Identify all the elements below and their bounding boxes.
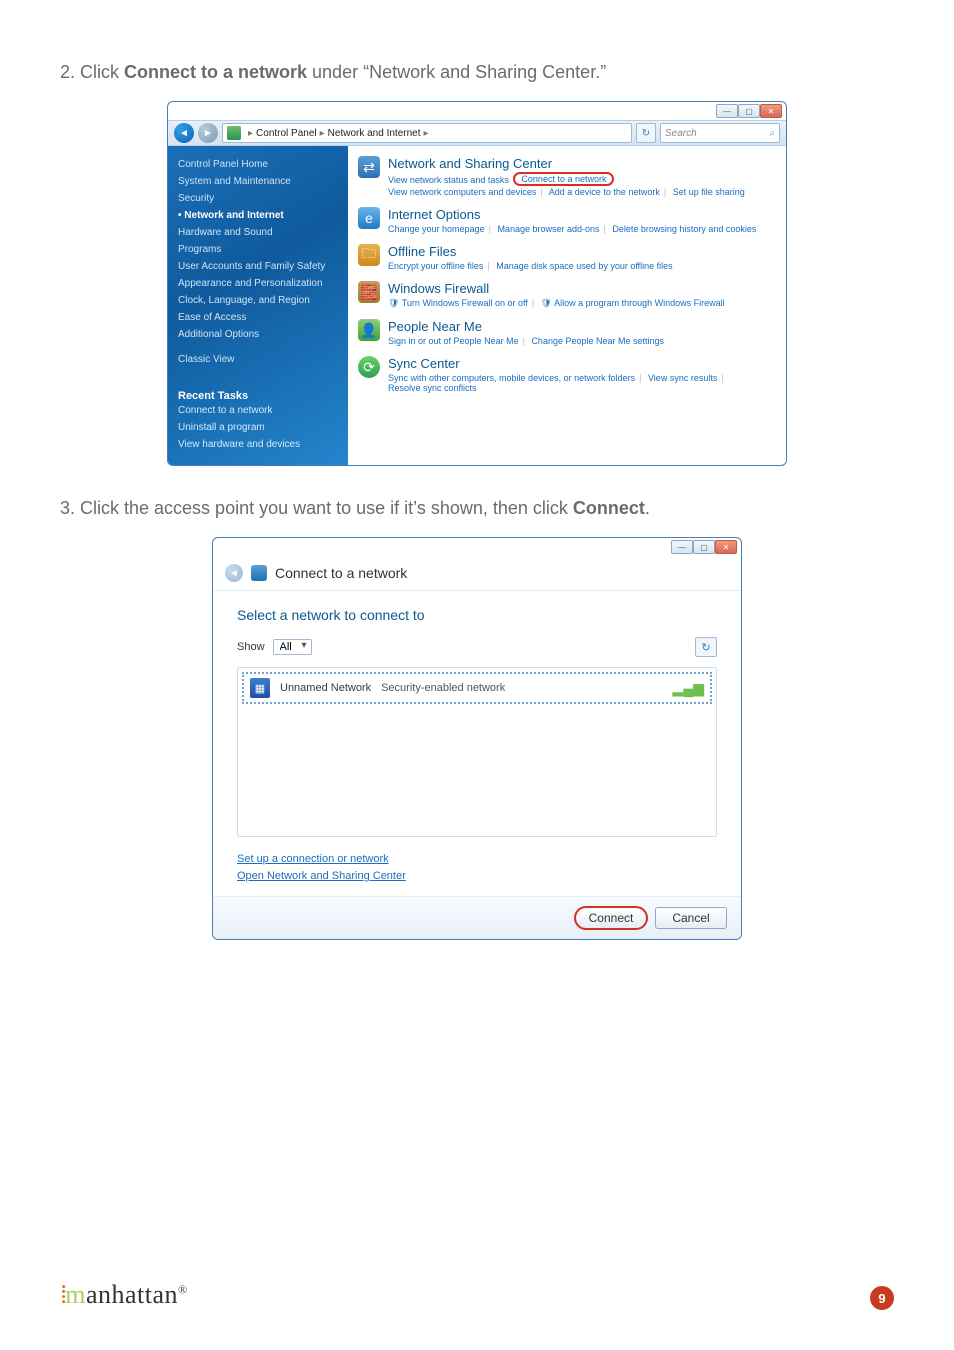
sidebar-item-ease[interactable]: Ease of Access — [178, 309, 340, 326]
network-name: Unnamed Network — [280, 682, 371, 694]
minimize-button[interactable]: — — [716, 104, 738, 118]
recent-hardware[interactable]: View hardware and devices — [178, 436, 340, 453]
close-button[interactable]: ✕ — [715, 540, 737, 554]
show-select[interactable]: All — [273, 639, 312, 655]
sidebar-item-network[interactable]: Network and Internet — [178, 207, 340, 224]
breadcrumb-root[interactable]: Control Panel — [256, 128, 317, 139]
breadcrumb-sub[interactable]: Network and Internet — [328, 128, 421, 139]
cat-internet-title[interactable]: Internet Options — [388, 207, 756, 222]
sidebar-item-clock[interactable]: Clock, Language, and Region — [178, 292, 340, 309]
internet-options-icon: e — [358, 207, 380, 229]
connect-button[interactable]: Connect — [575, 907, 647, 929]
recent-uninstall[interactable]: Uninstall a program — [178, 419, 340, 436]
network-description: Security-enabled network — [381, 682, 662, 694]
sidebar-item-classic[interactable]: Classic View — [178, 351, 340, 368]
sidebar-item-programs[interactable]: Programs — [178, 241, 340, 258]
page-number: 9 — [870, 1286, 894, 1310]
sidebar-item-additional[interactable]: Additional Options — [178, 326, 340, 343]
link-diskspace[interactable]: Manage disk space used by your offline f… — [496, 261, 672, 271]
link-sync-devices[interactable]: Sync with other computers, mobile device… — [388, 373, 635, 383]
sidebar-item-appearance[interactable]: Appearance and Personalization — [178, 275, 340, 292]
link-ppl-sign[interactable]: Sign in or out of People Near Me — [388, 336, 519, 346]
link-addons[interactable]: Manage browser add-ons — [497, 224, 599, 234]
cancel-button[interactable]: Cancel — [655, 907, 727, 929]
page-footer: ⁞manhattan® 9 — [60, 1280, 894, 1310]
control-panel-window: — ▢ ✕ ◄ ► ▸ Control Panel ▸ Network and … — [167, 101, 787, 466]
recent-tasks-heading: Recent Tasks — [178, 390, 340, 402]
address-row: ◄ ► ▸ Control Panel ▸ Network and Intern… — [168, 120, 786, 146]
cat-people-title[interactable]: People Near Me — [388, 319, 664, 334]
cat-firewall-title[interactable]: Windows Firewall — [388, 281, 725, 296]
firewall-icon: 🧱 — [358, 281, 380, 303]
link-setup-connection[interactable]: Set up a connection or network — [237, 851, 717, 868]
link-view-status[interactable]: View network status and tasks — [388, 175, 509, 185]
network-icon — [251, 565, 267, 581]
highlight-connect-network[interactable]: Connect to a network — [513, 172, 614, 186]
dialog-header: ◄ Connect to a network — [213, 556, 741, 591]
brand-logo: ⁞manhattan® — [60, 1280, 188, 1310]
refresh-button[interactable]: ↻ — [636, 123, 656, 143]
network-type-icon: ▦ — [250, 678, 270, 698]
link-sync-conflicts[interactable]: Resolve sync conflicts — [388, 383, 477, 393]
dialog-titlebar: — ▢ ✕ — [213, 538, 741, 556]
dialog-footer: Connect Cancel — [213, 896, 741, 939]
back-button[interactable]: ◄ — [174, 123, 194, 143]
sidebar-item-hardware[interactable]: Hardware and Sound — [178, 224, 340, 241]
signal-icon: ▂▄▆ — [673, 680, 704, 697]
back-icon[interactable]: ◄ — [225, 564, 243, 582]
network-list: ▦ Unnamed Network Security-enabled netwo… — [237, 667, 717, 837]
sidebar-item-home[interactable]: Control Panel Home — [178, 156, 340, 173]
maximize-button[interactable]: ▢ — [738, 104, 760, 118]
network-row-selected[interactable]: ▦ Unnamed Network Security-enabled netwo… — [242, 672, 712, 704]
sidebar: Control Panel Home System and Maintenanc… — [168, 146, 348, 465]
window-titlebar: — ▢ ✕ — [168, 102, 786, 120]
step-3-text: 3. Click the access point you want to us… — [60, 496, 894, 521]
link-view-computers[interactable]: View network computers and devices — [388, 187, 536, 197]
link-fw-allow[interactable]: 🛡 Allow a program through Windows Firewa… — [541, 298, 725, 308]
search-icon: ⌕ — [769, 128, 775, 139]
cat-sync-title[interactable]: Sync Center — [388, 356, 728, 371]
address-bar[interactable]: ▸ Control Panel ▸ Network and Internet ▸ — [222, 123, 632, 143]
forward-button[interactable]: ► — [198, 123, 218, 143]
show-label: Show — [237, 641, 265, 653]
link-open-sharing-center[interactable]: Open Network and Sharing Center — [237, 868, 717, 885]
link-file-sharing[interactable]: Set up file sharing — [673, 187, 745, 197]
maximize-button[interactable]: ▢ — [693, 540, 715, 554]
network-sharing-icon: ⇄ — [358, 156, 380, 178]
refresh-button[interactable]: ↻ — [695, 637, 717, 657]
dialog-subtitle: Select a network to connect to — [237, 607, 717, 623]
link-homepage[interactable]: Change your homepage — [388, 224, 485, 234]
link-sync-results[interactable]: View sync results — [648, 373, 717, 383]
link-ppl-settings[interactable]: Change People Near Me settings — [531, 336, 664, 346]
cat-offline-title[interactable]: Offline Files — [388, 244, 673, 259]
link-add-device[interactable]: Add a device to the network — [549, 187, 660, 197]
link-delete-history[interactable]: Delete browsing history and cookies — [612, 224, 756, 234]
step-2-text: 2. Click Connect to a network under “Net… — [60, 60, 894, 85]
recent-connect[interactable]: Connect to a network — [178, 402, 340, 419]
sync-center-icon: ⟳ — [358, 356, 380, 378]
network-icon — [227, 126, 241, 140]
link-encrypt[interactable]: Encrypt your offline files — [388, 261, 483, 271]
search-input[interactable]: Search⌕ — [660, 123, 780, 143]
cat-network-title[interactable]: Network and Sharing Center — [388, 156, 745, 171]
sidebar-item-system[interactable]: System and Maintenance — [178, 173, 340, 190]
close-button[interactable]: ✕ — [760, 104, 782, 118]
dialog-title: Connect to a network — [275, 565, 407, 581]
connect-network-window: — ▢ ✕ ◄ Connect to a network Select a ne… — [212, 537, 742, 940]
sidebar-item-security[interactable]: Security — [178, 190, 340, 207]
people-near-me-icon: 👤 — [358, 319, 380, 341]
link-fw-toggle[interactable]: 🛡 Turn Windows Firewall on or off — [388, 298, 528, 308]
sidebar-item-users[interactable]: User Accounts and Family Safety — [178, 258, 340, 275]
minimize-button[interactable]: — — [671, 540, 693, 554]
offline-files-icon: 🗀 — [358, 244, 380, 266]
main-content: ⇄ Network and Sharing Center View networ… — [348, 146, 786, 465]
